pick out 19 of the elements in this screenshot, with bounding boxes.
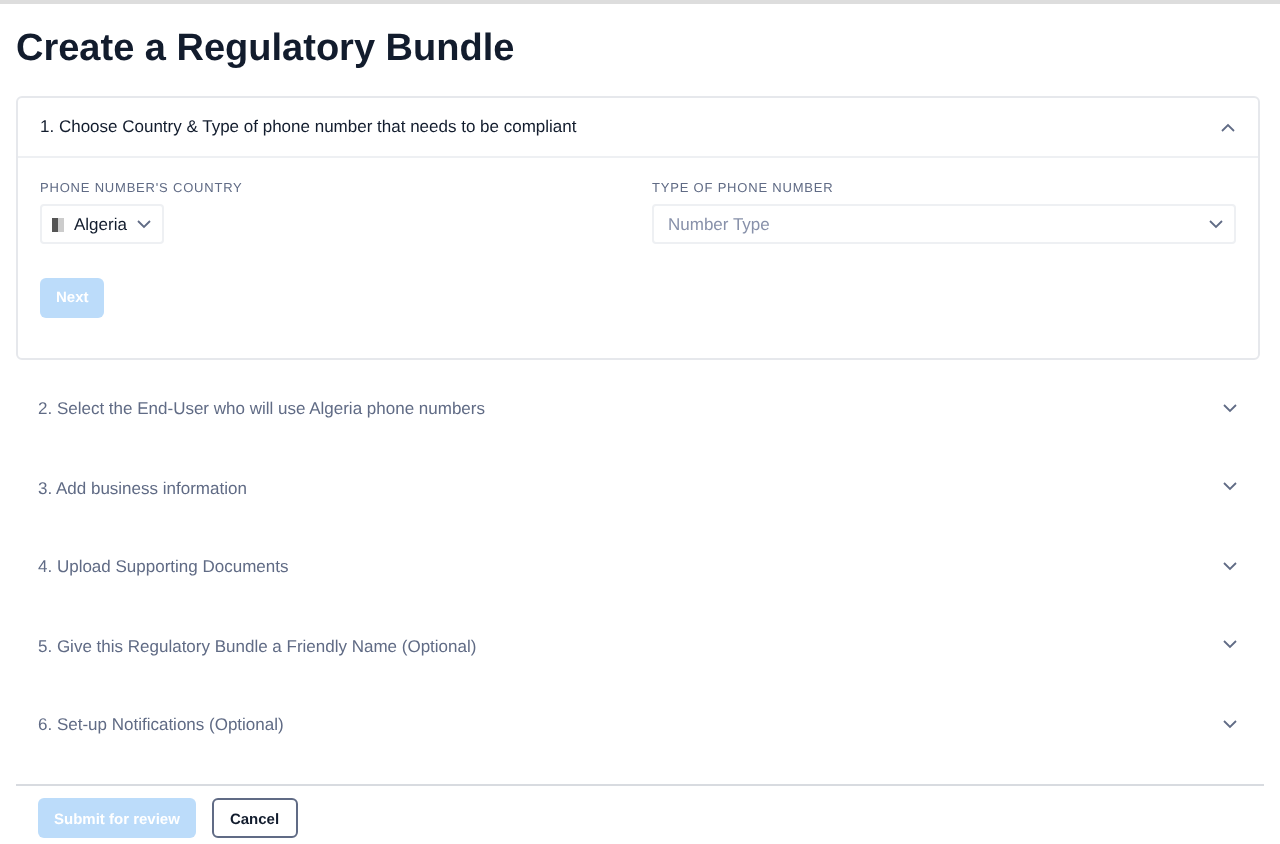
chevron-down-icon: [1222, 561, 1238, 572]
step-header[interactable]: 3. Add business information: [16, 448, 1260, 527]
step-header[interactable]: 2. Select the End-User who will use Algeria phone numbers: [16, 369, 1260, 448]
step-header[interactable]: 6. Set-up Notifications (Optional): [16, 685, 1260, 764]
step-header[interactable]: 1. Choose Country & Type of phone number that needs to be compliant: [18, 98, 1258, 156]
chevron-down-icon: [1222, 640, 1238, 651]
chevron-down-icon: [136, 219, 153, 229]
chevron-up-icon: [1220, 121, 1236, 131]
number-type-select[interactable]: Number Type: [652, 204, 1236, 244]
step-header[interactable]: 5. Give this Regulatory Bundle a Friendly Name (Optional): [16, 606, 1260, 685]
flag-icon: [52, 217, 64, 231]
chevron-down-icon: [1222, 482, 1238, 493]
number-type-field[interactable]: Number Type: [664, 212, 1208, 236]
page-title: Create a Regulatory Bundle: [16, 28, 517, 72]
chevron-down-icon: [1208, 219, 1224, 229]
chevron-down-icon: [1222, 719, 1238, 730]
country-select[interactable]: Algeria: [40, 204, 165, 244]
step-header[interactable]: 4. Upload Supporting Documents: [16, 527, 1260, 606]
chevron-down-icon: [1222, 403, 1238, 414]
